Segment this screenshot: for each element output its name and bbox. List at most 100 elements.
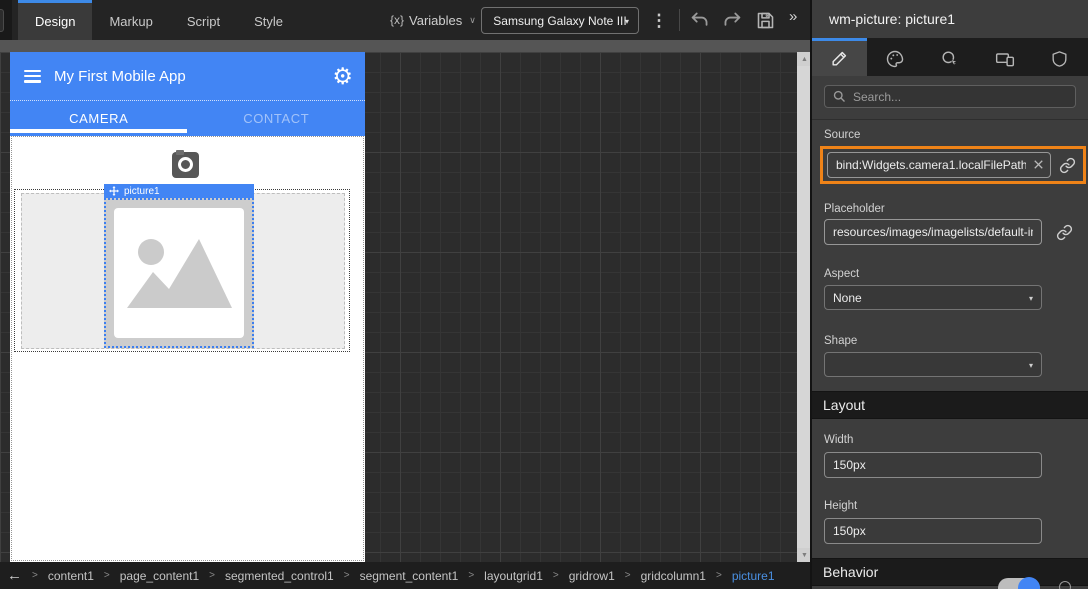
pencil-icon [830, 49, 849, 68]
source-field-highlight [820, 146, 1086, 184]
panel-title: wm-picture: picture1 [812, 0, 1088, 38]
breadcrumb-separator-icon: > [468, 570, 474, 581]
scroll-up-icon: ▲ [801, 56, 808, 63]
height-label: Height [824, 500, 1076, 512]
search-icon [832, 89, 847, 104]
aspect-select[interactable]: None ▾ [824, 285, 1042, 310]
editor-mode-tabs: Design Markup Script Style [18, 0, 300, 40]
behavior-toggle[interactable] [998, 578, 1040, 589]
breadcrumb-item-segmented-control1[interactable]: segmented_control1 [225, 569, 334, 583]
tab-script[interactable]: Script [170, 0, 237, 40]
canvas-top-strip [0, 40, 812, 52]
breadcrumb-item-gridcolumn1[interactable]: gridcolumn1 [641, 569, 706, 583]
picture-widget[interactable]: picture1 [104, 184, 254, 348]
redo-icon [722, 11, 742, 29]
camera-lens-icon [178, 157, 193, 172]
tab-security[interactable] [1032, 38, 1087, 76]
breadcrumb-separator-icon: > [32, 570, 38, 581]
camera-widget[interactable] [172, 152, 199, 178]
device-selector[interactable]: Samsung Galaxy Note III ▾ [481, 7, 639, 34]
inspector-icon-tabs [812, 38, 1088, 76]
aspect-label: Aspect [824, 268, 1076, 280]
height-input[interactable] [824, 518, 1042, 544]
breadcrumb-item-gridrow1[interactable]: gridrow1 [569, 569, 615, 583]
hamburger-menu-icon[interactable] [24, 70, 41, 83]
link-icon [1059, 157, 1076, 174]
redo-button[interactable] [720, 9, 744, 31]
back-arrow-icon[interactable]: ← [7, 567, 22, 584]
segmented-control: CAMERA CONTACT [10, 100, 365, 136]
left-panel-toggle[interactable] [0, 9, 4, 32]
bind-placeholder-button[interactable] [1052, 224, 1076, 241]
breadcrumb-separator-icon: > [716, 570, 722, 581]
tab-styles[interactable] [867, 38, 922, 76]
link-icon [1056, 224, 1073, 241]
aspect-value: None [833, 291, 862, 305]
placeholder-input[interactable] [824, 219, 1042, 245]
dropdown-arrow-icon: ▾ [1029, 294, 1033, 303]
clear-binding-button[interactable] [1031, 157, 1046, 172]
breadcrumb-item-page-content1[interactable]: page_content1 [120, 569, 199, 583]
variables-icon: {x} [390, 13, 404, 27]
breadcrumb-item-picture1[interactable]: picture1 [732, 569, 775, 583]
mobile-app-header: My First Mobile App ⚙ [10, 52, 365, 100]
bind-source-button[interactable] [1055, 157, 1079, 174]
width-input[interactable] [824, 452, 1042, 478]
picture-placeholder[interactable] [104, 198, 254, 348]
property-search [824, 85, 1076, 108]
tab-markup[interactable]: Markup [92, 0, 169, 40]
pointer-magnifier-icon [940, 49, 960, 69]
app-window: Design Markup Script Style {x} Variables… [0, 0, 1088, 589]
breadcrumb-separator-icon: > [344, 570, 350, 581]
palette-icon [885, 49, 905, 69]
properties-panel: wm-picture: picture1 S [810, 0, 1088, 589]
search-input[interactable] [824, 85, 1076, 108]
layout-section-header[interactable]: Layout [812, 391, 1088, 419]
breadcrumb-item-content1[interactable]: content1 [48, 569, 94, 583]
shield-icon [1050, 49, 1069, 69]
variables-label: Variables [409, 13, 462, 28]
segment-content-area: picture1 [11, 136, 364, 561]
dropdown-arrow-icon: ▾ [625, 17, 629, 26]
segment-tab-contact[interactable]: CONTACT [188, 101, 366, 136]
device-selector-value: Samsung Galaxy Note III [493, 14, 626, 28]
gear-icon[interactable]: ⚙ [332, 65, 353, 88]
save-button[interactable] [753, 9, 777, 31]
tab-properties[interactable] [812, 38, 867, 76]
undo-button[interactable] [688, 9, 712, 31]
breadcrumb-item-layoutgrid1[interactable]: layoutgrid1 [484, 569, 543, 583]
behavior-section-header[interactable]: Behavior [812, 558, 1088, 586]
camera-notch [176, 150, 184, 155]
left-edge-strip [0, 0, 12, 40]
widget-breadcrumb: ← > content1 > page_content1 > segmented… [0, 562, 812, 589]
more-options-button[interactable]: ⋮ [650, 7, 668, 34]
breadcrumb-item-segment-content1[interactable]: segment_content1 [360, 569, 459, 583]
collapse-panel-button[interactable]: » [789, 8, 797, 25]
source-input[interactable] [827, 152, 1051, 178]
toolbar-divider [679, 9, 680, 31]
dropdown-arrow-icon: ▾ [1029, 361, 1033, 370]
phone-preview: My First Mobile App ⚙ CAMERA CONTACT [10, 52, 365, 562]
placeholder-label: Placeholder [824, 203, 1076, 215]
variables-button[interactable]: {x} Variables ∨ [390, 0, 476, 40]
breadcrumb-separator-icon: > [625, 570, 631, 581]
chevron-down-icon: ∨ [469, 15, 476, 26]
tab-events[interactable] [922, 38, 977, 76]
tab-style[interactable]: Style [237, 0, 300, 40]
placeholder-field-row [824, 219, 1076, 245]
tab-design[interactable]: Design [18, 0, 92, 40]
kebab-icon: ⋮ [651, 11, 668, 31]
move-cross-icon [109, 186, 119, 196]
devices-icon [994, 49, 1016, 69]
undo-icon [690, 11, 710, 29]
scroll-down-icon: ▼ [801, 552, 808, 559]
breadcrumb-separator-icon: > [553, 570, 559, 581]
breadcrumb-separator-icon: > [104, 570, 110, 581]
shape-select[interactable]: ▾ [824, 352, 1042, 377]
selected-widget-label[interactable]: picture1 [104, 184, 254, 198]
source-label: Source [824, 129, 1076, 141]
image-placeholder-icon [114, 208, 244, 338]
double-chevron-icon: » [789, 8, 797, 25]
tab-devices[interactable] [977, 38, 1032, 76]
close-icon [1031, 157, 1046, 172]
